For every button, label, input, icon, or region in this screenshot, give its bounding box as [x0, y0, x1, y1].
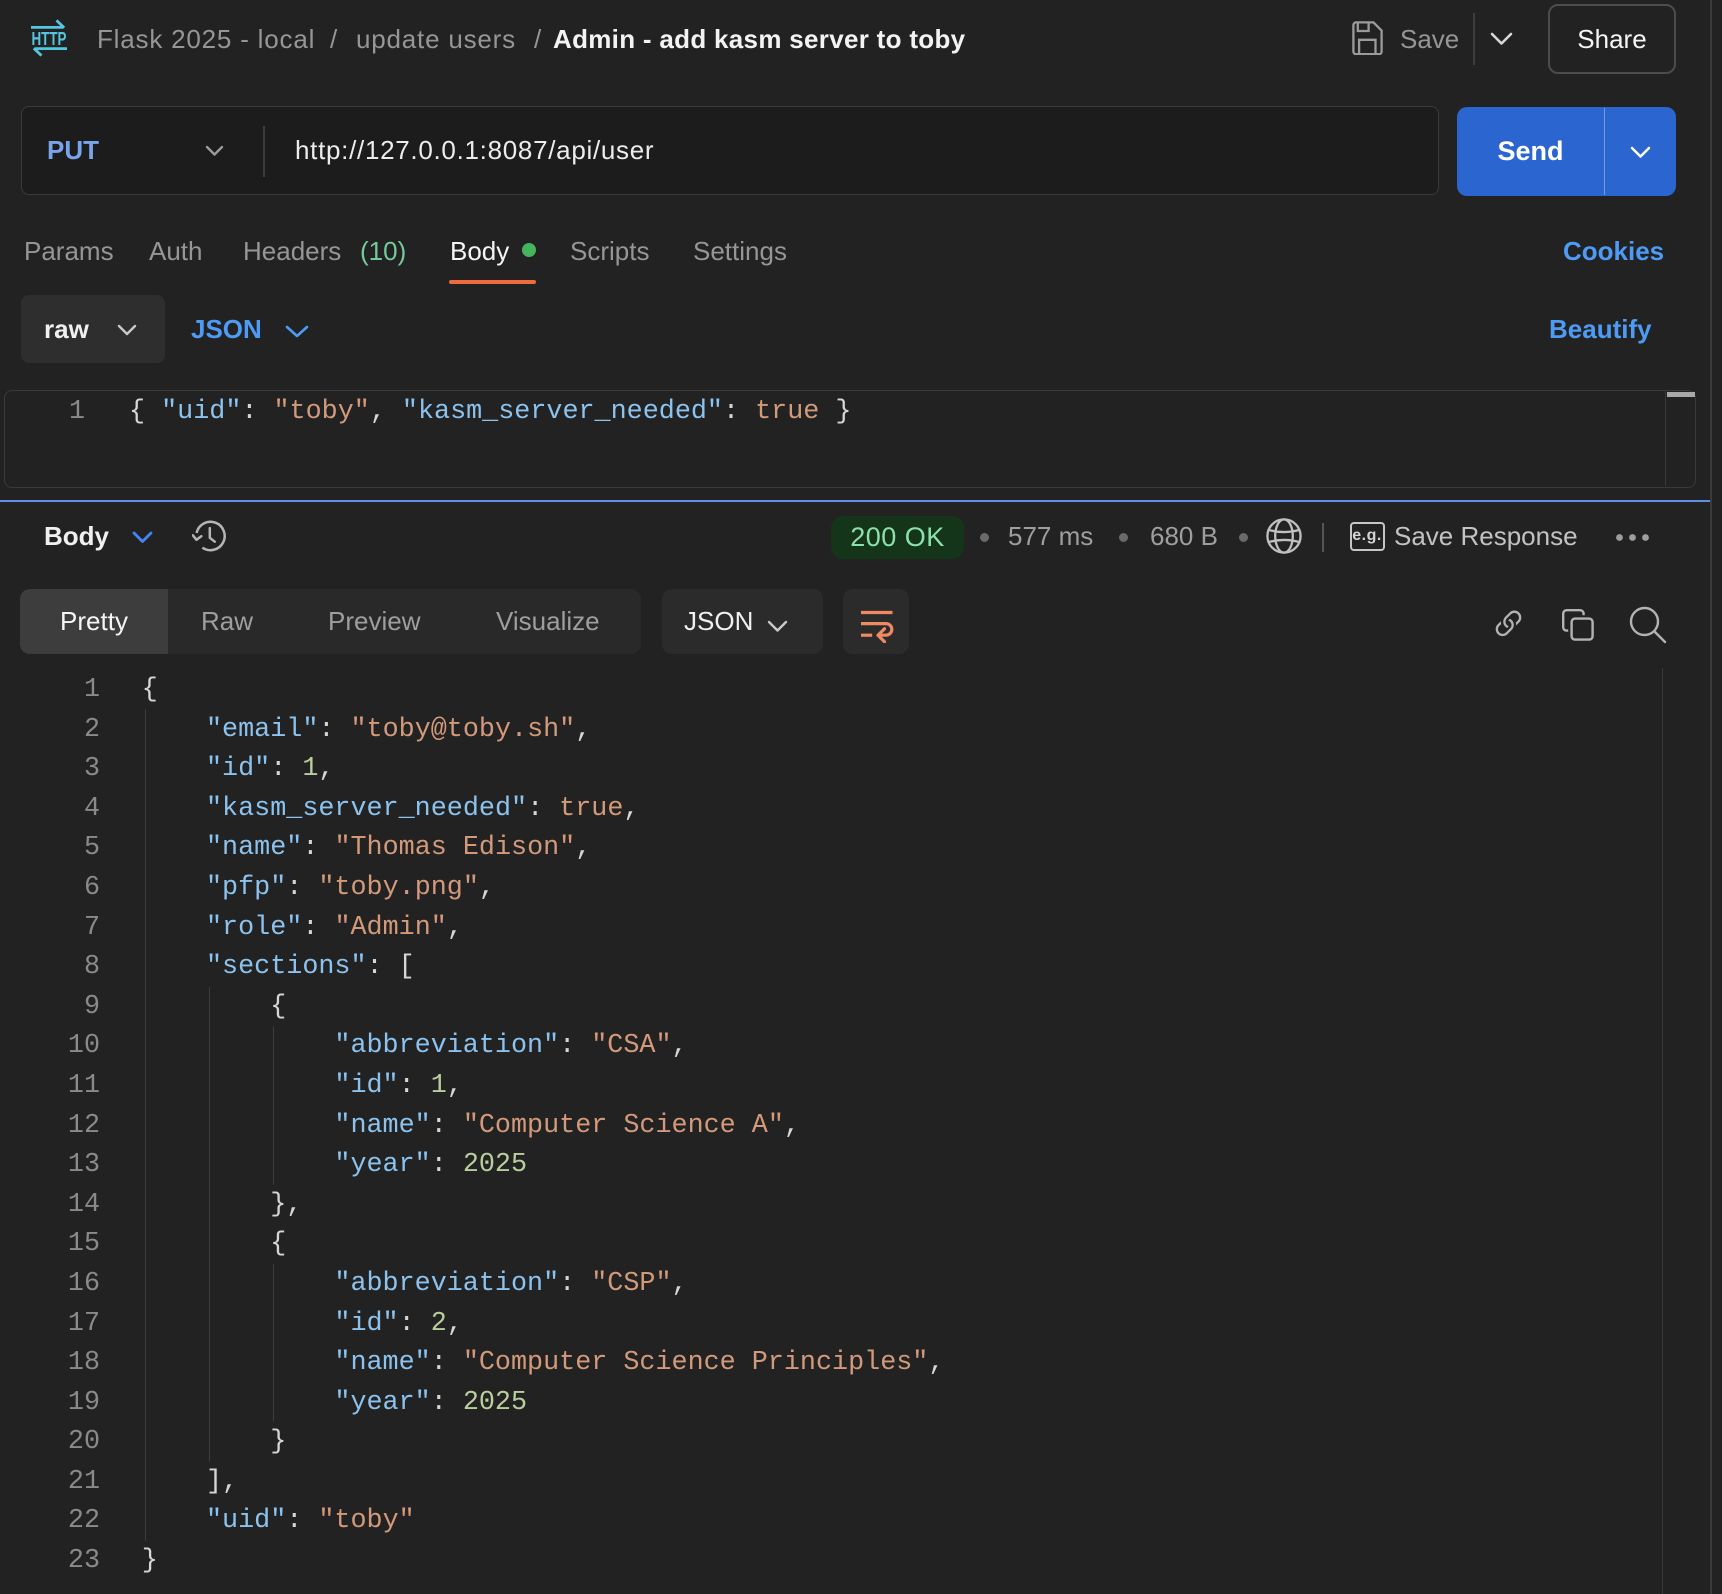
svg-text:HTTP: HTTP	[32, 29, 67, 49]
